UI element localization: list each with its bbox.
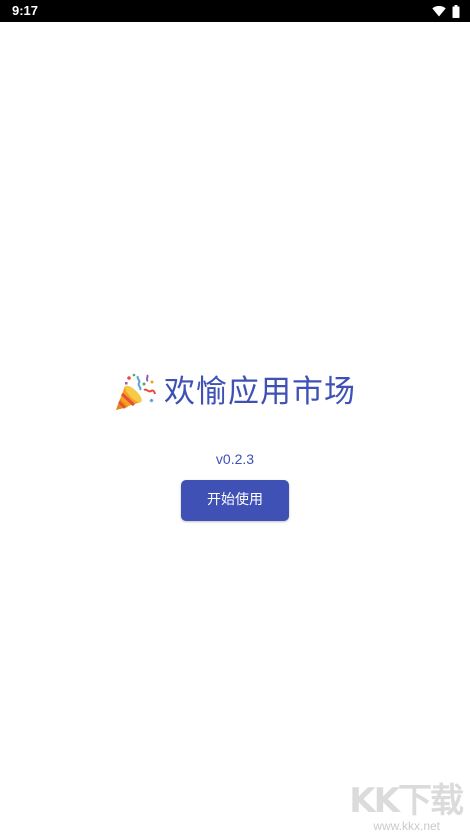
battery-icon (452, 4, 460, 18)
status-time: 9:17 (12, 3, 39, 18)
status-bar: 9:17 (0, 0, 470, 22)
status-icons (432, 3, 460, 19)
app-screen: 9:17 欢愉应用市场 v0.2.3 开始使用 KK下载 www.kkx.net (0, 0, 470, 837)
watermark: KK下载 www.kkx.net (326, 783, 466, 835)
watermark-url: www.kkx.net (373, 819, 440, 833)
version-label: v0.2.3 (215, 451, 255, 467)
app-title-row: 欢愉应用市场 (0, 370, 470, 414)
wifi-icon (432, 5, 446, 17)
watermark-logo: KK下载 (349, 781, 464, 821)
party-popper-icon (116, 373, 156, 410)
app-title: 欢愉应用市场 (164, 374, 356, 410)
start-button[interactable]: 开始使用 (181, 480, 289, 521)
